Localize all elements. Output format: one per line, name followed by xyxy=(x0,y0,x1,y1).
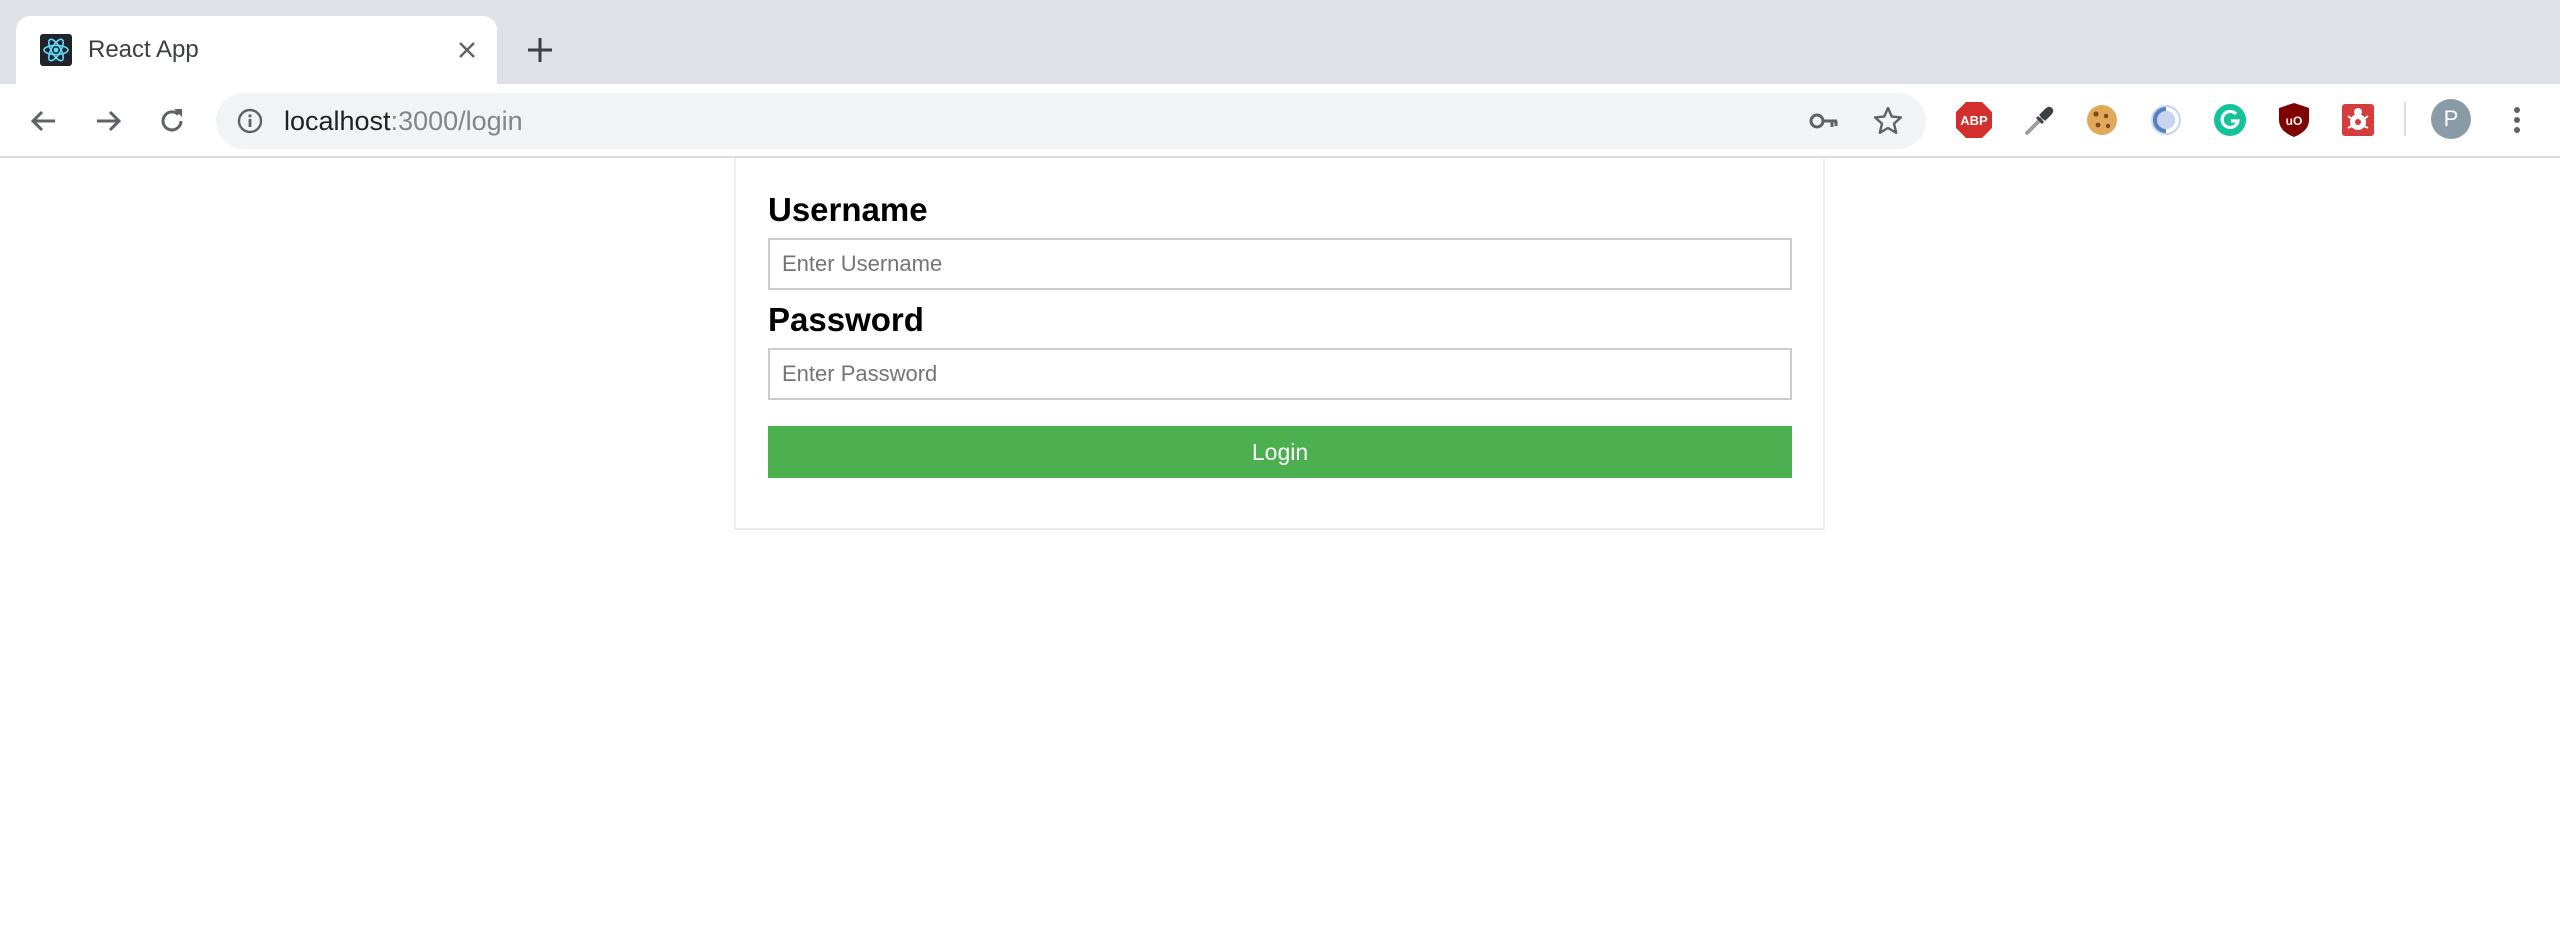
adblock-plus-icon[interactable]: ABP xyxy=(1955,101,1993,139)
star-icon[interactable] xyxy=(1872,105,1904,137)
toolbar-divider xyxy=(2404,102,2406,136)
login-card: Username Password Login xyxy=(734,158,1825,530)
grammarly-icon[interactable] xyxy=(2211,101,2249,139)
ublock-origin-icon[interactable]: uO xyxy=(2275,101,2313,139)
url-host: localhost xyxy=(284,106,391,136)
browser-tab[interactable]: React App xyxy=(16,16,497,84)
tab-title: React App xyxy=(88,36,199,63)
username-input[interactable] xyxy=(768,238,1792,290)
key-icon[interactable] xyxy=(1808,105,1840,137)
arrow-right-icon[interactable] xyxy=(88,101,128,141)
username-label: Username xyxy=(768,191,928,228)
plus-icon[interactable] xyxy=(520,30,560,70)
arrow-left-icon[interactable] xyxy=(24,101,64,141)
password-input[interactable] xyxy=(768,348,1792,400)
url-path: :3000/login xyxy=(390,106,523,136)
reload-icon[interactable] xyxy=(152,101,192,141)
eyedropper-icon[interactable] xyxy=(2019,101,2057,139)
address-bar[interactable]: localhost:3000/login xyxy=(216,93,1926,149)
info-icon[interactable] xyxy=(236,107,264,135)
cookie-icon[interactable] xyxy=(2083,101,2121,139)
page-content: Username Password Login xyxy=(0,158,2560,952)
profile-avatar[interactable]: P xyxy=(2431,99,2471,139)
tab-strip: React App xyxy=(0,0,2560,84)
react-logo-icon xyxy=(40,34,72,66)
password-label: Password xyxy=(768,301,924,338)
svg-text:uO: uO xyxy=(2286,114,2303,128)
react-devtools-bug-icon[interactable] xyxy=(2339,101,2377,139)
close-icon[interactable] xyxy=(451,34,483,66)
login-button[interactable]: Login xyxy=(768,426,1792,478)
url-text: localhost:3000/login xyxy=(284,105,523,137)
extension-ring-icon[interactable] xyxy=(2147,101,2185,139)
three-dots-vertical-icon[interactable] xyxy=(2497,100,2537,140)
svg-text:ABP: ABP xyxy=(1960,113,1988,128)
